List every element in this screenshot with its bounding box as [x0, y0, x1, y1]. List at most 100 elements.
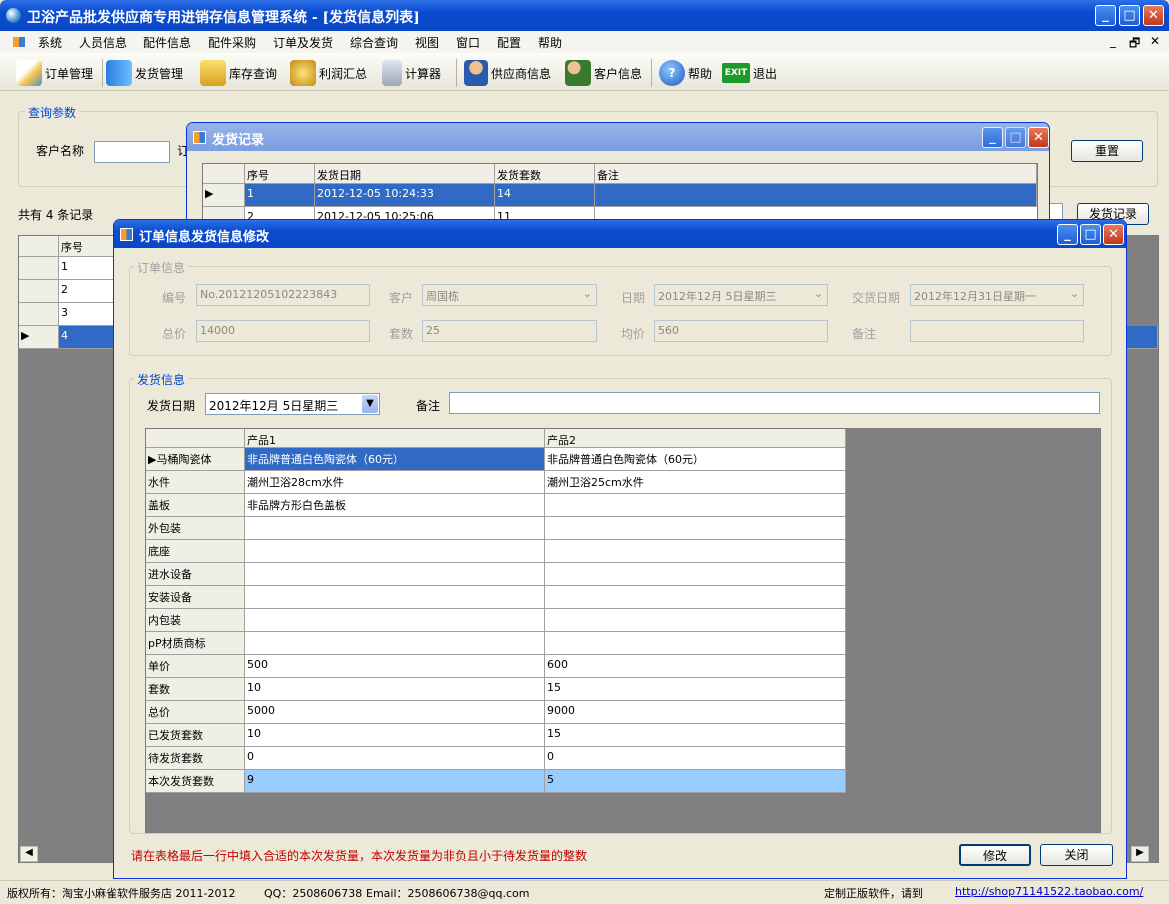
product-cell[interactable]: 非品牌普通白色陶瓷体（60元）	[245, 448, 545, 471]
minimize-button[interactable]: _	[1095, 5, 1116, 26]
product-cell[interactable]: 10	[245, 678, 545, 701]
mdi-minimize-button[interactable]: _	[1110, 34, 1116, 48]
row-header[interactable]	[19, 280, 59, 303]
product-cell[interactable]: 9000	[545, 701, 846, 724]
product-cell[interactable]	[245, 586, 545, 609]
product-cell[interactable]	[245, 609, 545, 632]
row-header[interactable]: 总价	[146, 701, 245, 724]
menu-window[interactable]: 窗口	[456, 34, 480, 51]
edit-close-button[interactable]: ✕	[1103, 224, 1124, 245]
product-cell[interactable]: 0	[245, 747, 545, 770]
row-header[interactable]: 盖板	[146, 494, 245, 517]
row-header[interactable]: 安装设备	[146, 586, 245, 609]
row-header[interactable]: 进水设备	[146, 563, 245, 586]
edit-maximize-button[interactable]: □	[1080, 224, 1101, 245]
scroll-left-arrow[interactable]: ◀	[20, 846, 38, 862]
row-header[interactable]: 套数	[146, 678, 245, 701]
product-cell[interactable]: 0	[545, 747, 846, 770]
maximize-button[interactable]: □	[1119, 5, 1140, 26]
product-cell[interactable]: 非品牌方形白色盖板	[245, 494, 545, 517]
product-cell[interactable]	[245, 517, 545, 540]
row-header[interactable]: 单价	[146, 655, 245, 678]
chevron-down-icon: ⌄	[582, 287, 592, 300]
row-header[interactable]: 已发货套数	[146, 724, 245, 747]
product-cell[interactable]	[545, 540, 846, 563]
menu-personnel[interactable]: 人员信息	[79, 34, 127, 51]
toolbar-shipping-button[interactable]: 发货管理	[106, 60, 183, 86]
toolbar-calculator-button[interactable]: 计算器	[382, 60, 441, 86]
menu-view[interactable]: 视图	[415, 34, 439, 51]
mdi-window-icon	[13, 37, 25, 47]
product-cell[interactable]	[245, 540, 545, 563]
modify-button[interactable]: 修改	[959, 844, 1031, 866]
toolbar-help-button[interactable]: ? 帮助	[659, 60, 712, 86]
toolbar-exit-button[interactable]: EXIT 退出	[722, 60, 777, 86]
row-header[interactable]: 外包装	[146, 517, 245, 540]
menu-config[interactable]: 配置	[497, 34, 521, 51]
mdi-close-button[interactable]: ✕	[1150, 34, 1160, 48]
product-cell[interactable]: 非品牌普通白色陶瓷体（60元）	[545, 448, 846, 471]
customer-name-input[interactable]	[94, 141, 170, 163]
row-header[interactable]: 内包装	[146, 609, 245, 632]
product-cell[interactable]: 10	[245, 724, 545, 747]
row-header[interactable]: 底座	[146, 540, 245, 563]
grid-cell[interactable]: 1	[59, 257, 119, 280]
ship-quantity-cell[interactable]: 9	[245, 770, 545, 793]
product-cell[interactable]	[545, 563, 846, 586]
product-cell[interactable]	[545, 609, 846, 632]
product-cell[interactable]	[545, 494, 846, 517]
chevron-down-icon[interactable]: ▼	[362, 395, 378, 413]
row-header[interactable]: ▶马桶陶瓷体	[146, 448, 245, 471]
row-header[interactable]: 水件	[146, 471, 245, 494]
ship-record-minimize[interactable]: _	[982, 127, 1003, 148]
product-cell[interactable]	[545, 586, 846, 609]
ship-cell[interactable]	[595, 184, 1037, 207]
grid-cell[interactable]: 3	[59, 303, 119, 326]
mdi-restore-button[interactable]: 🗗	[1129, 34, 1140, 55]
product-cell[interactable]	[245, 563, 545, 586]
product-cell[interactable]: 5000	[245, 701, 545, 724]
row-header[interactable]: pP材质商标	[146, 632, 245, 655]
toolbar-customer-button[interactable]: 客户信息	[565, 60, 642, 86]
ship-cell[interactable]: 14	[495, 184, 595, 207]
row-header[interactable]	[19, 303, 59, 326]
product-cell[interactable]	[545, 632, 846, 655]
menu-parts[interactable]: 配件信息	[143, 34, 191, 51]
menu-orders[interactable]: 订单及发货	[273, 34, 333, 51]
menu-system[interactable]: 系统	[38, 34, 62, 51]
product-cell[interactable]	[545, 517, 846, 540]
menu-query[interactable]: 综合查询	[350, 34, 398, 51]
edit-minimize-button[interactable]: _	[1057, 224, 1078, 245]
ship-remark-input[interactable]	[449, 392, 1100, 414]
toolbar-inventory-button[interactable]: 库存查询	[200, 60, 277, 86]
ship-record-close[interactable]: ✕	[1028, 127, 1049, 148]
row-header-selected[interactable]: ▶	[203, 184, 245, 207]
product-cell[interactable]: 500	[245, 655, 545, 678]
product-cell[interactable]: 15	[545, 724, 846, 747]
ship-cell[interactable]: 2012-12-05 10:24:33	[315, 184, 495, 207]
ship-date-picker[interactable]: 2012年12月 5日星期三 ▼	[205, 393, 380, 415]
menu-help[interactable]: 帮助	[538, 34, 562, 51]
row-header-selected[interactable]: ▶	[19, 326, 59, 349]
ship-record-maximize[interactable]: □	[1005, 127, 1026, 148]
grid-cell[interactable]: 2	[59, 280, 119, 303]
shop-link[interactable]: http://shop71141522.taobao.com/	[955, 885, 1143, 898]
product-cell[interactable]: 潮州卫浴25cm水件	[545, 471, 846, 494]
product-cell[interactable]: 15	[545, 678, 846, 701]
reset-button[interactable]: 重置	[1071, 140, 1143, 162]
toolbar-profit-button[interactable]: 利润汇总	[290, 60, 367, 86]
row-header[interactable]	[19, 257, 59, 280]
close-button[interactable]: ✕	[1143, 5, 1164, 26]
menu-parts-purchase[interactable]: 配件采购	[208, 34, 256, 51]
ship-quantity-cell[interactable]: 5	[545, 770, 846, 793]
row-header[interactable]: 本次发货套数	[146, 770, 245, 793]
product-cell[interactable]	[245, 632, 545, 655]
ship-cell[interactable]: 1	[245, 184, 315, 207]
close-dialog-button[interactable]: 关闭	[1040, 844, 1113, 866]
product-cell[interactable]: 潮州卫浴28cm水件	[245, 471, 545, 494]
product-cell[interactable]: 600	[545, 655, 846, 678]
row-header[interactable]: 待发货套数	[146, 747, 245, 770]
scroll-right-arrow[interactable]: ▶	[1131, 846, 1149, 862]
toolbar-order-button[interactable]: 订单管理	[16, 60, 93, 86]
toolbar-supplier-button[interactable]: 供应商信息	[464, 60, 551, 86]
